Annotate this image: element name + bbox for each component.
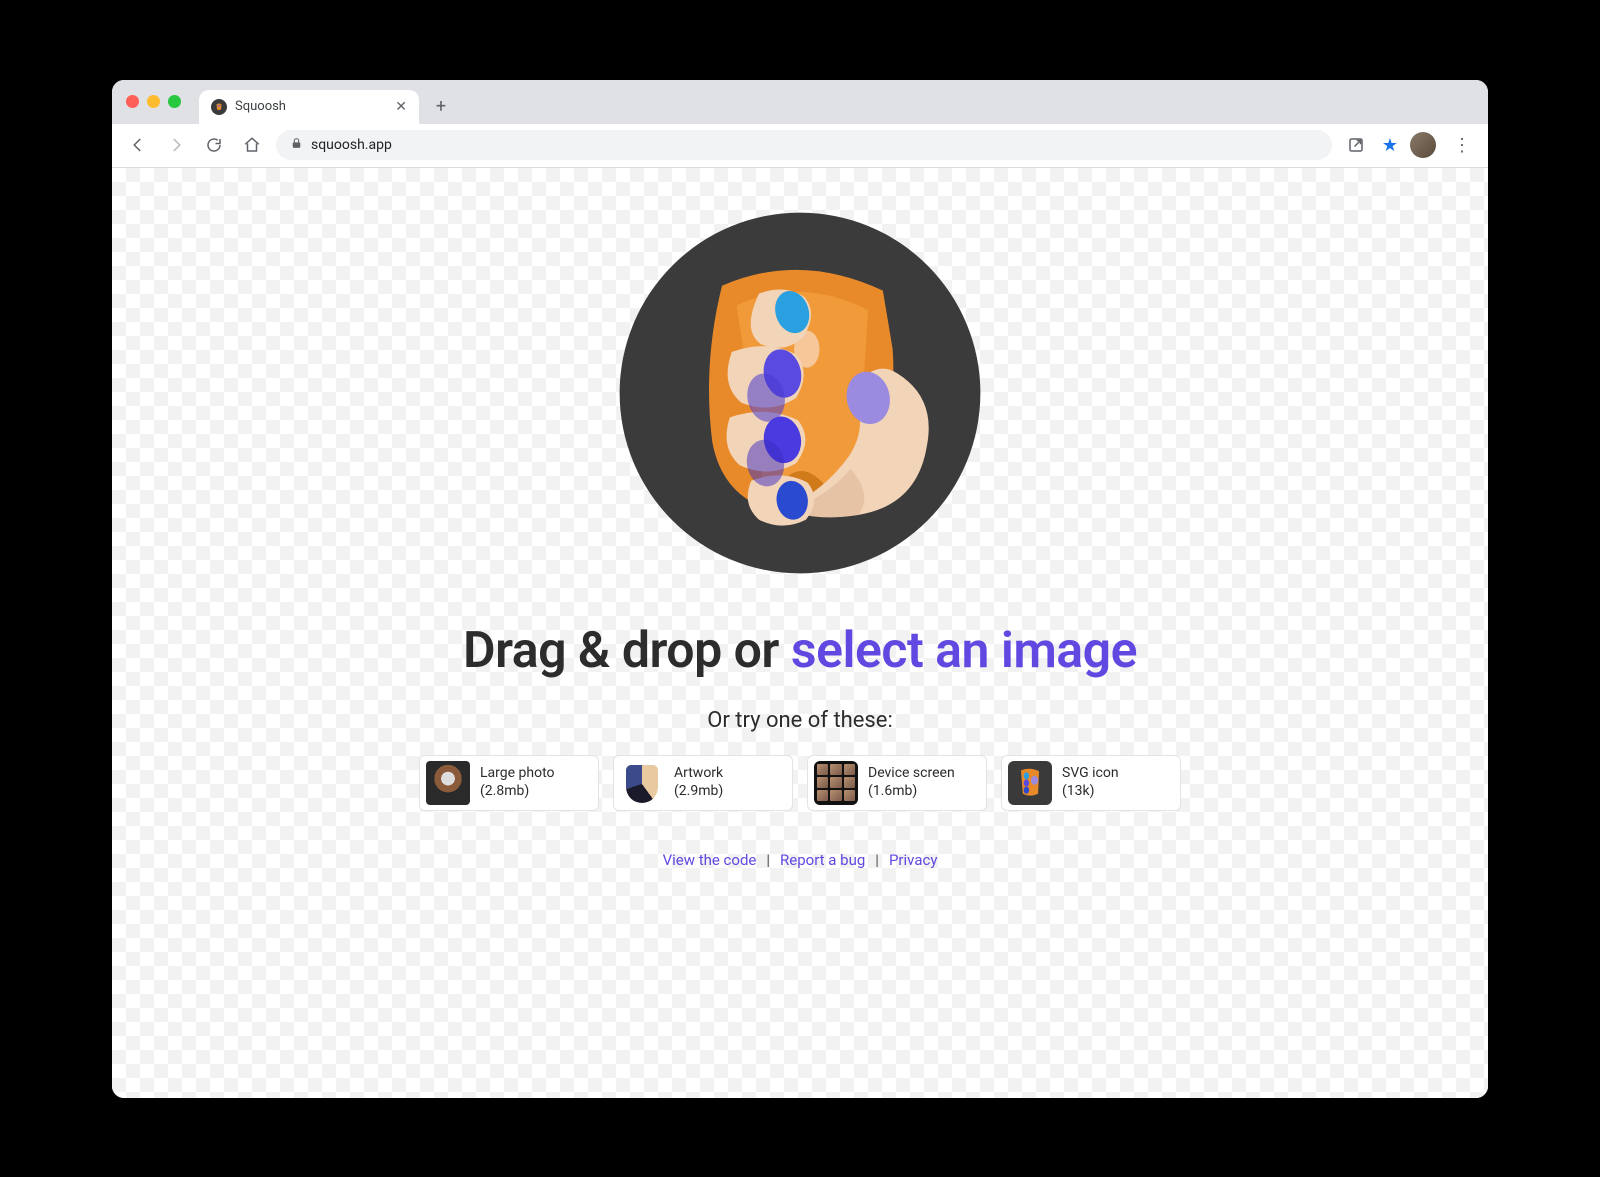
thumb-artwork-icon: [620, 761, 664, 805]
browser-toolbar: squoosh.app ★ ⋮: [112, 124, 1488, 168]
subheading: Or try one of these:: [707, 708, 893, 733]
window-close-button[interactable]: [126, 95, 139, 108]
squoosh-logo-icon: [605, 198, 995, 588]
separator: |: [766, 851, 770, 869]
footer-links: View the code | Report a bug | Privacy: [663, 851, 938, 869]
drop-heading: Drag & drop or select an image: [463, 622, 1137, 680]
view-code-link[interactable]: View the code: [663, 851, 757, 869]
squoosh-logo: [605, 198, 995, 592]
back-button[interactable]: [124, 131, 152, 159]
heading-prefix: Drag & drop or: [463, 622, 791, 680]
tab-close-button[interactable]: ✕: [395, 99, 407, 115]
url-text: squoosh.app: [311, 137, 392, 153]
sample-label: Device screen: [868, 765, 955, 783]
sample-device-screen[interactable]: Device screen (1.6mb): [807, 755, 987, 811]
window-minimize-button[interactable]: [147, 95, 160, 108]
browser-window: Squoosh ✕ + squoosh.app ★: [112, 80, 1488, 1098]
thumb-svg-icon: [1008, 761, 1052, 805]
open-external-icon[interactable]: [1342, 131, 1370, 159]
sample-size: (1.6mb): [868, 783, 955, 801]
thumb-device-icon: [814, 761, 858, 805]
sample-label: Artwork: [674, 765, 723, 783]
address-bar[interactable]: squoosh.app: [276, 130, 1332, 160]
report-bug-link[interactable]: Report a bug: [780, 851, 865, 869]
reload-button[interactable]: [200, 131, 228, 159]
sample-svg-icon[interactable]: SVG icon (13k): [1001, 755, 1181, 811]
sample-label: Large photo: [480, 765, 555, 783]
tab-title: Squoosh: [235, 99, 286, 114]
page-content: Drag & drop or select an image Or try on…: [112, 168, 1488, 1098]
window-maximize-button[interactable]: [168, 95, 181, 108]
privacy-link[interactable]: Privacy: [889, 851, 937, 869]
chrome-menu-button[interactable]: ⋮: [1448, 131, 1476, 159]
home-button[interactable]: [238, 131, 266, 159]
sample-size: (13k): [1062, 783, 1119, 801]
sample-artwork[interactable]: Artwork (2.9mb): [613, 755, 793, 811]
sample-size: (2.9mb): [674, 783, 723, 801]
profile-avatar[interactable]: [1410, 132, 1436, 158]
sample-label: SVG icon: [1062, 765, 1119, 783]
browser-tab[interactable]: Squoosh ✕: [199, 90, 419, 124]
sample-large-photo[interactable]: Large photo (2.8mb): [419, 755, 599, 811]
separator: |: [875, 851, 879, 869]
thumb-large-photo-icon: [426, 761, 470, 805]
sample-row: Large photo (2.8mb) Artwork (2.9mb) Devi…: [419, 755, 1181, 811]
forward-button[interactable]: [162, 131, 190, 159]
toolbar-right: ★ ⋮: [1342, 131, 1476, 159]
window-controls: [126, 80, 181, 124]
tab-strip: Squoosh ✕ +: [112, 80, 1488, 124]
squoosh-favicon-icon: [211, 99, 227, 115]
new-tab-button[interactable]: +: [427, 93, 455, 121]
sample-size: (2.8mb): [480, 783, 555, 801]
bookmark-star-icon[interactable]: ★: [1382, 135, 1398, 156]
lock-icon: [290, 137, 303, 154]
select-image-link[interactable]: select an image: [791, 622, 1137, 680]
